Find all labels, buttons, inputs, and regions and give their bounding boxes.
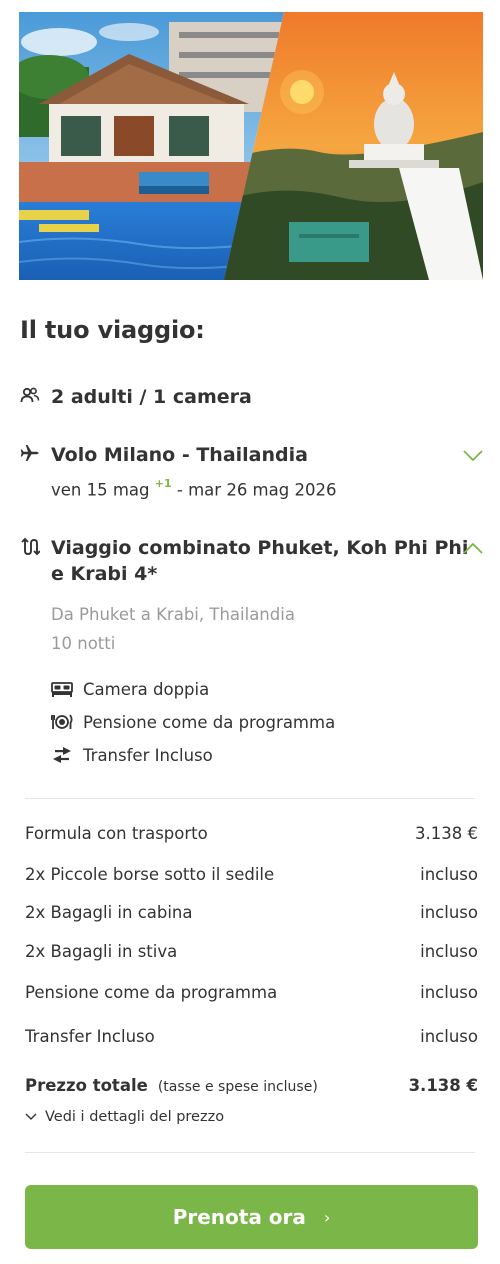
price-details-link[interactable]: Vedi i dettagli del prezzo xyxy=(25,1109,224,1125)
price-row: 2x Bagagli in stiva incluso xyxy=(25,942,478,961)
price-label: Formula con trasporto xyxy=(25,824,208,843)
price-label: Transfer Incluso xyxy=(25,1027,155,1046)
price-row: 2x Piccole borse sotto il sedile incluso xyxy=(25,865,478,884)
route-icon xyxy=(20,537,40,557)
feature-room: Camera doppia xyxy=(51,678,209,700)
package-title-line1: Viaggio combinato Phuket, Koh Phi Phi xyxy=(51,537,469,559)
guests-summary: 2 adulti / 1 camera xyxy=(51,386,252,408)
package-title-line2: e Krabi 4* xyxy=(51,563,158,585)
price-row: Pensione come da programma incluso xyxy=(25,983,478,1002)
total-note: (tasse e spese incluse) xyxy=(157,1079,318,1095)
meal-icon xyxy=(51,713,73,731)
price-label: 2x Bagagli in stiva xyxy=(25,942,178,961)
package-title[interactable]: Viaggio combinato Phuket, Koh Phi Phi e … xyxy=(51,535,468,587)
feature-transfer: Transfer Incluso xyxy=(51,744,213,766)
hero-image xyxy=(19,12,483,280)
price-label: Pensione come da programma xyxy=(25,983,278,1002)
flight-dates: ven 15 mag +1 - mar 26 mag 2026 xyxy=(51,477,337,500)
book-now-label: Prenota ora xyxy=(172,1205,306,1229)
price-value: incluso xyxy=(420,1027,478,1046)
total-row: Prezzo totale (tasse e spese incluse) 3.1… xyxy=(25,1076,478,1095)
flight-title[interactable]: Volo Milano - Thailandia xyxy=(51,442,308,468)
price-value: incluso xyxy=(420,983,478,1002)
plane-icon xyxy=(20,443,40,463)
feature-board-label: Pensione come da programma xyxy=(83,712,336,732)
feature-transfer-label: Transfer Incluso xyxy=(83,745,213,765)
chevron-down-icon[interactable] xyxy=(462,449,484,463)
plus-days-badge: +1 xyxy=(154,477,172,490)
price-row: Formula con trasporto 3.138 € xyxy=(25,824,478,843)
price-value: incluso xyxy=(420,865,478,884)
bed-icon xyxy=(51,680,73,698)
flight-date-end: - mar 26 mag 2026 xyxy=(176,480,337,500)
feature-room-label: Camera doppia xyxy=(83,679,210,699)
transfer-icon xyxy=(51,746,73,764)
price-value: incluso xyxy=(420,942,478,961)
package-nights: 10 notti xyxy=(51,634,116,653)
page-title: Il tuo viaggio: xyxy=(20,316,205,344)
book-now-button[interactable]: Prenota ora › xyxy=(25,1185,478,1249)
price-row: Transfer Incluso incluso xyxy=(25,1027,478,1046)
divider xyxy=(25,798,475,799)
chevron-up-icon[interactable] xyxy=(462,541,484,555)
total-label: Prezzo totale xyxy=(25,1076,148,1095)
chevron-down-icon xyxy=(25,1113,37,1121)
flight-date-start: ven 15 mag xyxy=(51,480,150,500)
price-row: 2x Bagagli in cabina incluso xyxy=(25,903,478,922)
price-label: 2x Piccole borse sotto il sedile xyxy=(25,865,275,884)
people-icon xyxy=(20,386,40,406)
price-label: 2x Bagagli in cabina xyxy=(25,903,193,922)
price-value: 3.138 € xyxy=(415,824,478,843)
divider xyxy=(25,1152,475,1153)
price-value: incluso xyxy=(420,903,478,922)
total-value: 3.138 € xyxy=(408,1076,478,1095)
feature-board: Pensione come da programma xyxy=(51,711,335,733)
package-route: Da Phuket a Krabi, Thailandia xyxy=(51,605,295,624)
price-details-label: Vedi i dettagli del prezzo xyxy=(45,1109,225,1125)
chevron-right-icon: › xyxy=(323,1207,331,1227)
